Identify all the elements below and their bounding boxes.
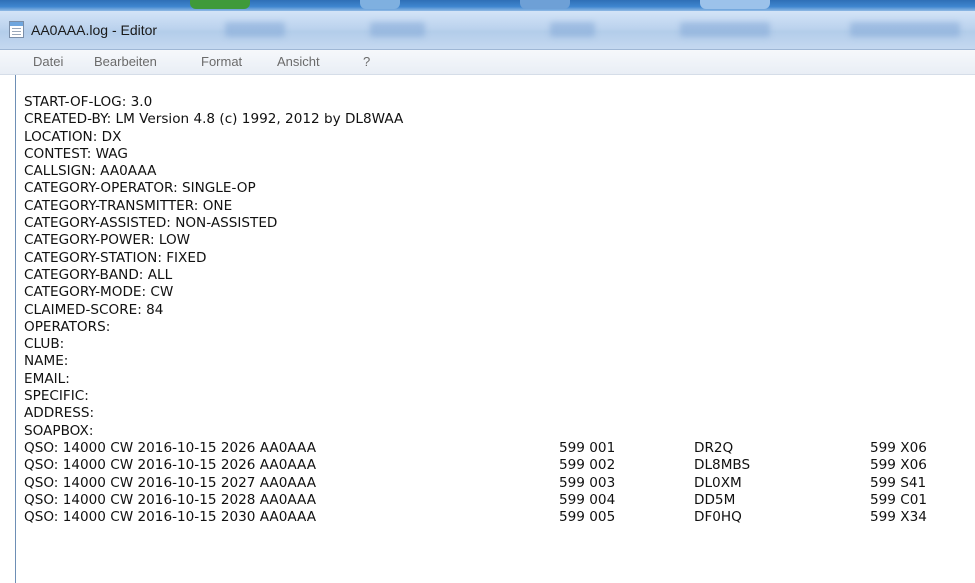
taskbar-app-blur bbox=[700, 0, 770, 9]
taskbar-strip bbox=[0, 0, 975, 11]
log-text[interactable]: START-OF-LOG: 3.0 CREATED-BY: LM Version … bbox=[24, 94, 927, 526]
titlebar-ghost-tab bbox=[370, 22, 425, 37]
qso-row: QSO: 14000 CW 2016-10-15 2026 AA0AAA 599 … bbox=[24, 457, 927, 474]
qso-row: QSO: 14000 CW 2016-10-15 2028 AA0AAA 599 … bbox=[24, 491, 927, 509]
log-header-line: CREATED-BY: LM Version 4.8 (c) 1992, 201… bbox=[24, 111, 404, 128]
log-header-line: OPERATORS: bbox=[24, 318, 111, 335]
text-editor-area[interactable]: START-OF-LOG: 3.0 CREATED-BY: LM Version … bbox=[0, 75, 975, 583]
qso-row: QSO: 14000 CW 2016-10-15 2030 AA0AAA 599 … bbox=[24, 509, 927, 526]
qso-sent-exchange: 599 003 bbox=[559, 474, 616, 491]
qso-main: QSO: 14000 CW 2016-10-15 2027 AA0AAA bbox=[24, 474, 317, 491]
qso-sent-exchange: 599 002 bbox=[559, 457, 616, 474]
qso-row: QSO: 14000 CW 2016-10-15 2026 AA0AAA 599 … bbox=[24, 439, 927, 457]
titlebar-ghost-tab bbox=[550, 22, 595, 37]
qso-rcvd-exchange: 599 X06 bbox=[870, 457, 927, 474]
titlebar-ghost-tab bbox=[680, 22, 770, 37]
qso-rcvd-exchange: 599 X06 bbox=[870, 439, 927, 456]
taskbar-app-blur bbox=[520, 0, 570, 9]
titlebar-ghost-tab bbox=[850, 22, 960, 37]
taskbar-app-blur bbox=[360, 0, 400, 9]
qso-sent-exchange: 599 001 bbox=[559, 439, 616, 456]
log-header-line: CATEGORY-MODE: CW bbox=[24, 284, 174, 301]
qso-rcvd-exchange: 599 C01 bbox=[870, 491, 928, 508]
qso-rcvd-exchange: 599 X34 bbox=[870, 509, 927, 526]
qso-callsign: DF0HQ bbox=[694, 509, 742, 526]
qso-sent-exchange: 599 005 bbox=[559, 509, 616, 526]
log-header-line: CATEGORY-STATION: FIXED bbox=[24, 249, 207, 266]
log-header-line: CALLSIGN: AA0AAA bbox=[24, 163, 157, 180]
qso-main: QSO: 14000 CW 2016-10-15 2026 AA0AAA bbox=[24, 457, 317, 474]
qso-callsign: DR2Q bbox=[694, 439, 734, 456]
menu-item-format[interactable]: Format bbox=[201, 54, 242, 69]
log-header-line: CATEGORY-TRANSMITTER: ONE bbox=[24, 197, 233, 214]
qso-callsign: DD5M bbox=[694, 491, 736, 508]
log-header-line: ADDRESS: bbox=[24, 405, 95, 422]
log-header-line: CATEGORY-BAND: ALL bbox=[24, 266, 173, 283]
qso-sent-exchange: 599 004 bbox=[559, 491, 616, 508]
taskbar-app-blur bbox=[190, 0, 250, 9]
qso-row: QSO: 14000 CW 2016-10-15 2027 AA0AAA 599 … bbox=[24, 474, 926, 492]
log-header-line: SOAPBOX: bbox=[24, 422, 94, 439]
menu-item-ansicht[interactable]: Ansicht bbox=[277, 54, 320, 69]
log-header-line: CATEGORY-ASSISTED: NON-ASSISTED bbox=[24, 215, 278, 232]
log-header-line: NAME: bbox=[24, 353, 69, 370]
log-header-line: START-OF-LOG: 3.0 bbox=[24, 94, 153, 110]
editor-left-edge bbox=[0, 75, 16, 583]
qso-main: QSO: 14000 CW 2016-10-15 2030 AA0AAA bbox=[24, 509, 317, 526]
menu-bar: Datei Bearbeiten Format Ansicht ? bbox=[0, 50, 975, 75]
menu-item-bearbeiten[interactable]: Bearbeiten bbox=[94, 54, 157, 69]
log-header-line: EMAIL: bbox=[24, 370, 70, 387]
log-header-line: CONTEST: WAG bbox=[24, 145, 128, 162]
window-titlebar[interactable]: AA0AAA.log - Editor bbox=[0, 11, 975, 50]
log-header-line: CATEGORY-OPERATOR: SINGLE-OP bbox=[24, 180, 256, 197]
menu-item-datei[interactable]: Datei bbox=[33, 54, 63, 69]
qso-callsign: DL0XM bbox=[694, 474, 742, 491]
log-header-line: SPECIFIC: bbox=[24, 388, 89, 405]
log-header-line: CLUB: bbox=[24, 336, 65, 353]
menu-item-help[interactable]: ? bbox=[363, 54, 370, 69]
window-title: AA0AAA.log - Editor bbox=[31, 22, 158, 38]
log-header-line: CLAIMED-SCORE: 84 bbox=[24, 301, 164, 318]
qso-callsign: DL8MBS bbox=[694, 457, 751, 474]
qso-main: QSO: 14000 CW 2016-10-15 2026 AA0AAA bbox=[24, 439, 317, 456]
qso-rcvd-exchange: 599 S41 bbox=[870, 474, 927, 491]
log-header-line: LOCATION: DX bbox=[24, 128, 122, 145]
notepad-icon[interactable] bbox=[9, 21, 24, 38]
qso-main: QSO: 14000 CW 2016-10-15 2028 AA0AAA bbox=[24, 491, 317, 508]
log-header-line: CATEGORY-POWER: LOW bbox=[24, 232, 191, 249]
titlebar-ghost-tab bbox=[225, 22, 285, 37]
